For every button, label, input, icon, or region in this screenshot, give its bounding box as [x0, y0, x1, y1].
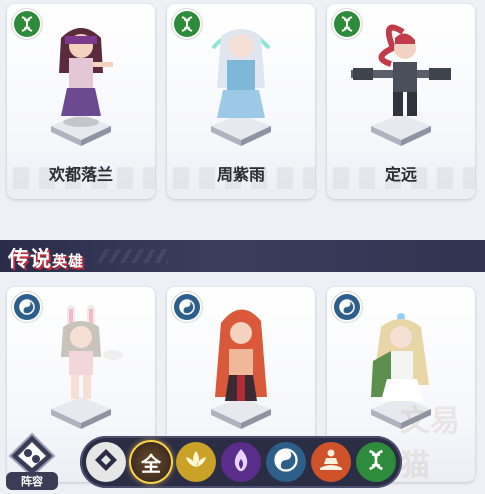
hero-name: 欢都落兰: [48, 165, 113, 184]
all-filter-label: 全: [141, 451, 161, 476]
hero-sprite: [211, 309, 271, 429]
hero-sprite: [351, 24, 451, 146]
hero-card-1[interactable]: 欢都落兰: [7, 4, 155, 199]
lineup-button[interactable]: 阵容: [6, 432, 58, 490]
hero-sprite: [211, 29, 271, 146]
diamond-icon: [93, 447, 119, 477]
filter-all[interactable]: 全: [131, 442, 171, 482]
legendary-heroes-header: 传说英雄: [0, 240, 485, 272]
filter-dna[interactable]: [356, 442, 396, 482]
hero-sprite: [51, 28, 113, 146]
hero-name: 周紫雨: [216, 165, 265, 184]
hero-name: 定远: [384, 165, 417, 184]
filter-yinyang[interactable]: [266, 442, 306, 482]
filter-diamond[interactable]: [86, 442, 126, 482]
section-title: 传说英雄: [8, 247, 85, 271]
dna-icon: [367, 449, 385, 475]
flame-icon: [230, 447, 252, 477]
lineup-label: 阵容: [6, 472, 58, 490]
filter-meditate[interactable]: [311, 442, 351, 482]
filter-flame[interactable]: [221, 442, 261, 482]
hero-card-2[interactable]: 周紫雨: [167, 4, 315, 199]
header-decoration: [98, 249, 168, 263]
hero-card-3[interactable]: 定远: [327, 4, 475, 199]
watermark: 文易猫: [400, 404, 460, 483]
hero-sprite: [51, 305, 123, 429]
lotus-icon: [182, 449, 210, 475]
meditate-icon: [318, 448, 344, 476]
filter-lotus[interactable]: [176, 442, 216, 482]
yin-yang-icon: [274, 448, 298, 476]
faction-filter-bar: 全: [80, 436, 402, 488]
